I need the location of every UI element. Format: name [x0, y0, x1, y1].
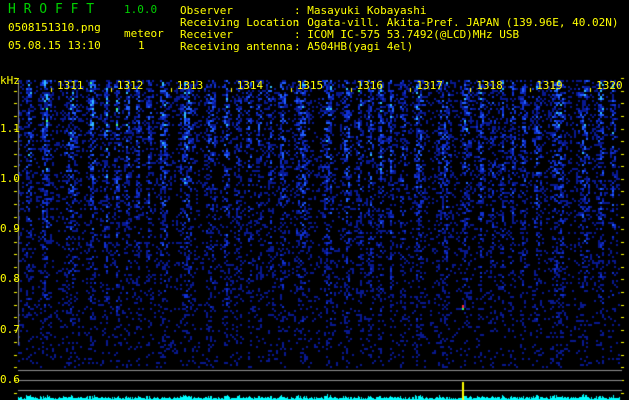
y-tick-label: 0.8 — [0, 272, 20, 286]
app-version: 1.0.0 — [124, 3, 158, 16]
y-tick-label: 0.9 — [0, 222, 20, 236]
info-value: : A504HB(yagi 4el) — [294, 40, 414, 53]
time-label: 1316 — [356, 79, 384, 92]
y-tick-label: 1.1 — [0, 121, 20, 135]
spectrogram — [0, 0, 629, 400]
meteor-count: 1 — [138, 39, 145, 52]
time-label: 1320 — [596, 79, 623, 92]
time-label: 1312 — [116, 79, 144, 92]
time-label: 1314 — [236, 79, 264, 92]
y-tick-label: 0.6 — [0, 373, 20, 386]
time-label: 1319 — [536, 79, 563, 92]
y-tick-label: 0.7 — [0, 322, 20, 336]
y-tick-label: 1.0 — [0, 171, 20, 185]
time-label: 1318 — [476, 79, 503, 92]
app-title: H R O F F T — [8, 2, 95, 17]
time-label: 1311 — [57, 79, 84, 92]
time-label: 1317 — [416, 79, 443, 92]
info-label: Receiving antenna — [180, 40, 293, 53]
time-label: 1315 — [296, 79, 324, 92]
file-name: 0508151310.png — [8, 21, 101, 34]
unit-label: kHz — [0, 74, 20, 87]
time-label: 1313 — [176, 79, 204, 92]
file-datetime: 05.08.15 13:10 — [8, 39, 101, 52]
